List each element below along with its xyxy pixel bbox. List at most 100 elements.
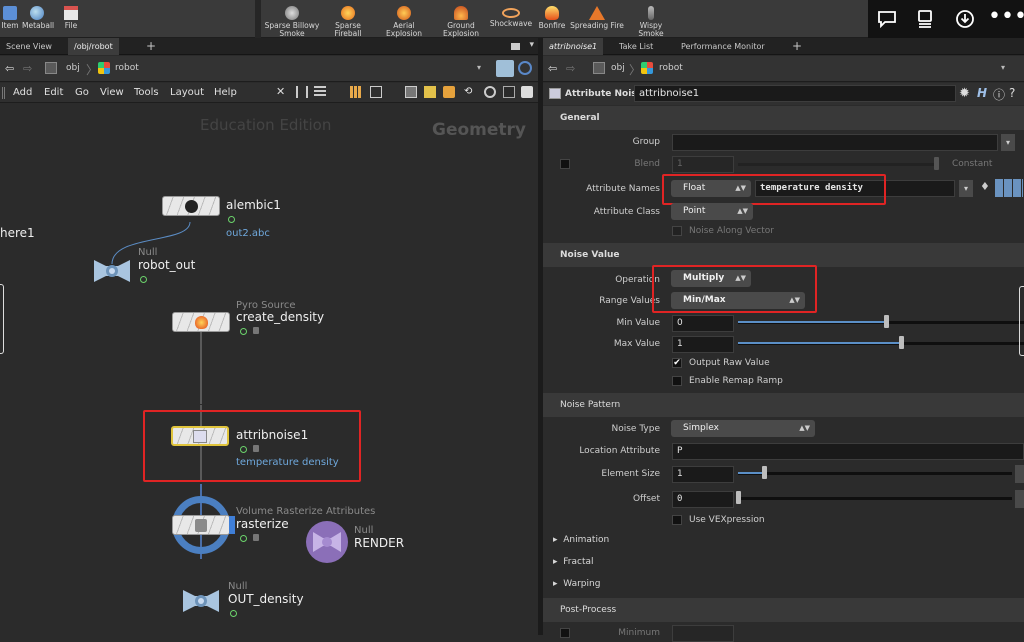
background-image-icon[interactable] (503, 86, 515, 98)
attribute-names-dropdown-icon[interactable]: ▾ (959, 180, 973, 197)
tab-take-list[interactable]: Take List (613, 38, 659, 55)
element-size-menu-icon[interactable] (1015, 465, 1024, 483)
path-dropdown-icon[interactable]: ▾ (1001, 63, 1005, 72)
section-general[interactable]: General (543, 106, 1024, 130)
enable-remap-ramp-checkbox[interactable] (672, 376, 682, 386)
path-obj[interactable]: obj (66, 63, 80, 73)
minimum-field[interactable] (672, 625, 734, 642)
tab-scene-view[interactable]: Scene View (0, 38, 58, 55)
blend-checkbox[interactable] (560, 159, 570, 169)
minimum-checkbox[interactable] (560, 628, 570, 638)
camera-icon[interactable] (521, 86, 533, 98)
gear-icon[interactable]: ✹ (959, 86, 970, 101)
menu-help[interactable]: Help (214, 87, 237, 98)
node-alembic1[interactable] (162, 196, 220, 216)
element-size-slider-knob[interactable] (762, 466, 767, 479)
add-tab-icon[interactable]: + (786, 38, 808, 55)
scrollbar-handle[interactable] (1019, 286, 1024, 356)
shelf-tool-item[interactable]: Item (0, 6, 20, 30)
network-box-icon[interactable] (405, 86, 417, 98)
circle-icon[interactable] (484, 86, 496, 98)
info-icon[interactable]: ⓘ (993, 86, 1005, 103)
shelf-tool-sparse-fireball[interactable]: Sparse Fireball (330, 6, 366, 38)
node-rasterize[interactable] (172, 515, 235, 535)
shelf-tool-file[interactable]: File (58, 6, 84, 30)
pane-options-icon[interactable]: ▾ (529, 40, 534, 50)
min-value-slider-knob[interactable] (884, 315, 889, 328)
tab-attribnoise1[interactable]: attribnoise1 (543, 38, 604, 55)
pane-menu-icon[interactable] (511, 43, 520, 50)
section-noise-value[interactable]: Noise Value (543, 243, 1024, 267)
drag-handle-icon[interactable] (2, 87, 5, 99)
menu-go[interactable]: Go (75, 87, 89, 98)
node-flag-icon[interactable] (230, 610, 237, 617)
node-flag-icon[interactable] (228, 216, 235, 223)
blend-slider[interactable] (738, 163, 934, 166)
shelf-tool-aerial-explosion[interactable]: Aerial Explosion (384, 6, 424, 38)
node-flag-icon[interactable] (140, 276, 147, 283)
noise-type-dropdown[interactable]: Simplex ▲▼ (671, 420, 815, 437)
shelf-tool-metaball[interactable]: Metaball (22, 6, 54, 30)
forward-arrow-icon[interactable]: ⇨ (23, 62, 32, 75)
offset-field[interactable]: 0 (672, 491, 734, 508)
menu-view[interactable]: View (100, 87, 124, 98)
location-attribute-field[interactable]: P (672, 443, 1024, 460)
shelf-tool-shockwave[interactable]: Shockwave (489, 6, 533, 28)
tree-icon[interactable] (370, 86, 382, 98)
folder-warping[interactable]: ▸ Warping (553, 579, 600, 589)
attribute-class-dropdown[interactable]: Point ▲▼ (671, 203, 753, 220)
shelf-tool-spreading-fire[interactable]: Spreading Fire (570, 6, 624, 30)
list-icon[interactable] (314, 86, 326, 98)
node-robot-out[interactable] (90, 254, 134, 288)
group-dropdown-icon[interactable]: ▾ (1001, 134, 1015, 151)
back-arrow-icon[interactable]: ⇦ (548, 62, 557, 75)
shelf-tool-ground-explosion[interactable]: Ground Explosion (441, 6, 481, 38)
notes-icon[interactable] (910, 4, 940, 34)
section-post-process[interactable]: Post-Process (543, 598, 1024, 622)
help-icon[interactable]: ? (1009, 86, 1015, 100)
menu-add[interactable]: Add (13, 87, 32, 98)
shelf-tool-bonfire[interactable]: Bonfire (536, 6, 568, 30)
blend-mode[interactable]: Constant (952, 159, 992, 169)
tab-obj-robot[interactable]: /obj/robot (68, 38, 119, 55)
path-dropdown-icon[interactable]: ▾ (477, 63, 481, 72)
sticky-note-icon[interactable] (424, 86, 436, 98)
node-flag-icon[interactable] (240, 328, 247, 335)
palette-icon[interactable] (443, 86, 455, 98)
menu-edit[interactable]: Edit (44, 87, 63, 98)
dependency-icon[interactable]: ⟲ (464, 86, 476, 98)
group-field[interactable] (672, 134, 998, 151)
noise-along-vector-checkbox[interactable] (672, 226, 682, 236)
offset-slider[interactable] (738, 497, 1012, 500)
path-robot[interactable]: robot (115, 63, 139, 73)
folder-animation[interactable]: ▸ Animation (553, 535, 609, 545)
link-icon[interactable] (518, 61, 532, 75)
max-value-field[interactable]: 1 (672, 336, 734, 353)
path-obj[interactable]: obj (611, 63, 625, 73)
node-flag-icon[interactable] (240, 535, 247, 542)
wrench-icon[interactable]: ✕ (276, 86, 288, 98)
forward-arrow-icon[interactable]: ⇨ (566, 62, 575, 75)
pin-icon[interactable]: ♦ (980, 180, 990, 193)
blend-field[interactable]: 1 (672, 156, 734, 173)
element-size-slider[interactable] (738, 472, 1012, 475)
shelf-tool-sparse-billowy-smoke[interactable]: Sparse Billowy Smoke (264, 6, 320, 38)
menu-layout[interactable]: Layout (170, 87, 204, 98)
back-arrow-icon[interactable]: ⇦ (5, 62, 14, 75)
folder-fractal[interactable]: ▸ Fractal (553, 557, 594, 567)
node-name-field[interactable]: attribnoise1 (634, 85, 956, 102)
display-flag-icon[interactable] (229, 516, 235, 534)
max-value-slider-knob[interactable] (899, 336, 904, 349)
download-icon[interactable] (950, 4, 980, 34)
use-vexpression-checkbox[interactable] (672, 515, 682, 525)
path-robot[interactable]: robot (659, 63, 683, 73)
tab-performance-monitor[interactable]: Performance Monitor (675, 38, 771, 55)
lock-icon[interactable] (253, 327, 259, 334)
min-value-field[interactable]: 0 (672, 315, 734, 332)
section-noise-pattern[interactable]: Noise Pattern (543, 393, 1024, 417)
menu-tools[interactable]: Tools (134, 87, 159, 98)
node-create-density[interactable] (172, 312, 230, 332)
node-out-density[interactable] (179, 584, 223, 618)
lock-icon[interactable] (253, 534, 259, 541)
help-h-icon[interactable]: H (977, 86, 987, 100)
